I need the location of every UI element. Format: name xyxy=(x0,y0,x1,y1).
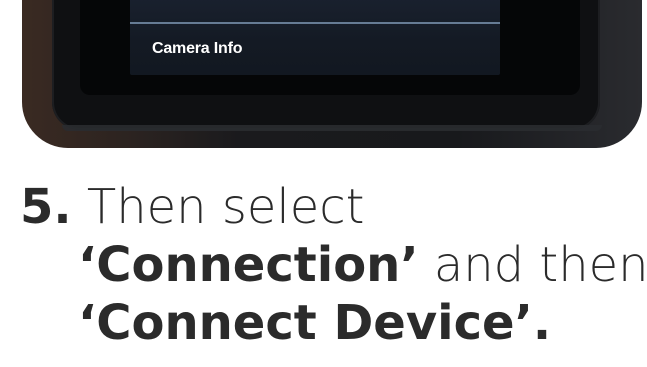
connection-label: Connection xyxy=(96,237,401,293)
screen-divider xyxy=(130,22,500,24)
quote-close-2: ’. xyxy=(514,295,552,351)
instruction-line-2-text: and then xyxy=(418,237,647,293)
quote-close-1: ’ xyxy=(400,237,419,293)
camera-bottom-edge xyxy=(62,125,602,131)
instruction-line-2: ‘Connection’ and then xyxy=(20,236,647,294)
instruction-line-1-text: Then select xyxy=(71,179,365,235)
instruction-line-3: ‘Connect Device’. xyxy=(20,294,647,352)
camera-info-label: Camera Info xyxy=(152,40,243,57)
camera-screen: Camera Info xyxy=(130,0,500,75)
instruction-line-1: 5. Then select xyxy=(20,178,647,236)
instruction-text: 5. Then select ‘Connection’ and then ‘Co… xyxy=(20,178,647,352)
camera-photo: Camera Info xyxy=(0,0,647,148)
quote-open-1: ‘ xyxy=(78,237,97,293)
step-number: 5. xyxy=(20,179,72,235)
quote-open-2: ‘ xyxy=(78,295,97,351)
connect-device-label: Connect Device xyxy=(96,295,515,351)
